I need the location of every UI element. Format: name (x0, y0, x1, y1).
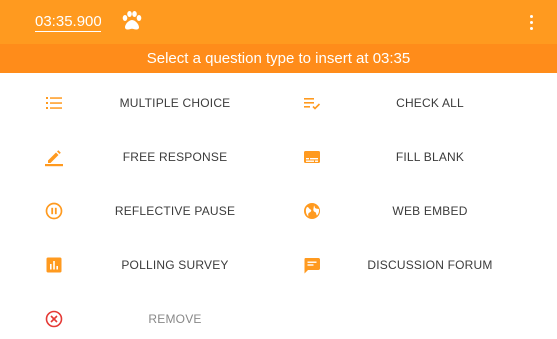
option-check-all[interactable]: CHECK ALL (0, 83, 557, 123)
playlist-check-icon (304, 98, 321, 110)
cancel-icon (45, 310, 63, 328)
option-remove[interactable]: REMOVE (0, 299, 278, 339)
option-discussion-forum[interactable]: DISCUSSION FORUM (0, 245, 557, 285)
option-web-embed[interactable]: WEB EMBED (0, 191, 557, 231)
chat-icon (304, 258, 320, 274)
more-vertical-icon[interactable] (524, 10, 538, 34)
option-label: REMOVE (148, 312, 202, 326)
top-bar (0, 0, 557, 44)
option-fill-blank[interactable]: FILL BLANK (0, 137, 557, 177)
paw-icon[interactable] (120, 9, 144, 33)
option-label: CHECK ALL (396, 96, 464, 110)
option-label: WEB EMBED (392, 204, 468, 218)
option-label: DISCUSSION FORUM (367, 258, 493, 272)
insert-banner: Select a question type to insert at 03:3… (0, 44, 557, 73)
banner-text: Select a question type to insert at 03:3… (146, 50, 411, 67)
globe-icon (304, 203, 320, 219)
timestamp-input[interactable] (35, 11, 101, 32)
subtitles-icon (304, 151, 320, 163)
option-label: FILL BLANK (395, 150, 465, 164)
